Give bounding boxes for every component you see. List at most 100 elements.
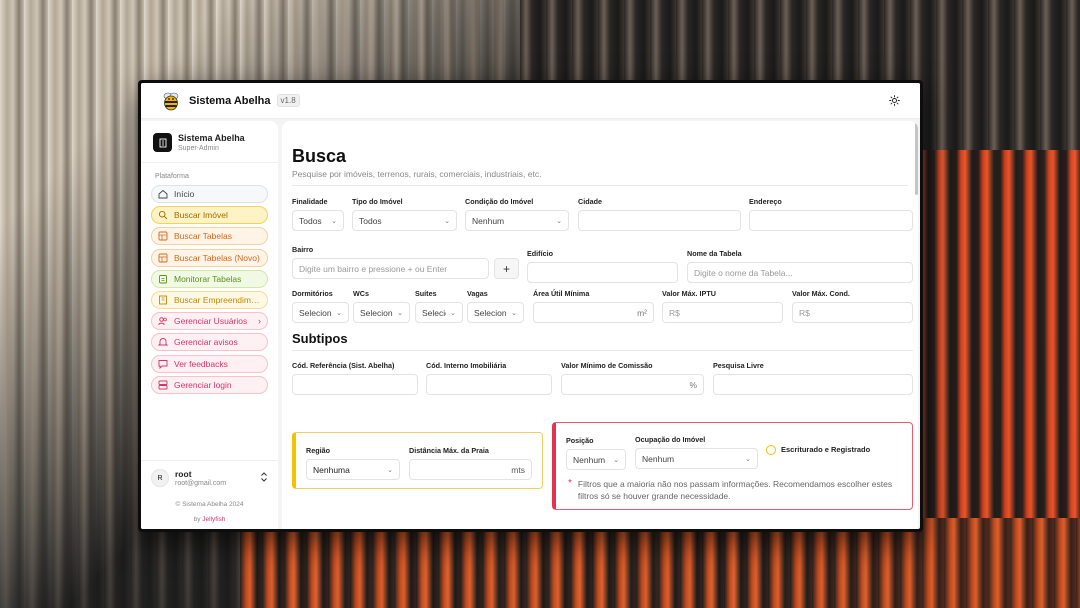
finalidade-label: Finalidade <box>292 197 328 206</box>
theme-toggle-button[interactable] <box>886 93 902 109</box>
sidebar-item-buscar-tabelas[interactable]: Buscar Tabelas <box>151 227 268 246</box>
distancia-label: Distância Máx. da Praia <box>409 446 489 455</box>
sidebar-item-label: Buscar Tabelas (Novo) <box>174 252 260 263</box>
finalidade-value: Todos <box>299 215 322 226</box>
condicao-select[interactable]: Nenhum ⌄ <box>465 210 569 231</box>
sidebar-item-monitorar-tabelas[interactable]: Monitorar Tabelas <box>151 269 268 288</box>
cidade-input[interactable] <box>578 210 741 231</box>
sidebar-item-label: Ver feedbacks <box>174 358 228 369</box>
bee-logo-icon <box>163 92 179 110</box>
posicao-field: Posição Nenhum ⌄ <box>566 436 626 470</box>
sidebar-item-buscar-empreendime[interactable]: Buscar Empreendime... <box>151 290 268 309</box>
dormitorios-value: Selecione <box>299 307 332 318</box>
version-badge: v1.8 <box>276 94 300 107</box>
users-icon <box>158 317 167 326</box>
nav-group-label: Plataforma <box>155 173 189 180</box>
cond-prefix: R$ <box>799 307 810 318</box>
suites-value: Selecione <box>422 307 446 318</box>
chevron-down-icon: ⌄ <box>745 455 751 463</box>
sun-icon <box>888 95 900 106</box>
tipo-field: Tipo do Imóvel Todos ⌄ <box>352 197 457 231</box>
chevrons-up-down-icon <box>260 472 268 484</box>
nome-tabela-input[interactable]: Digite o nome da Tabela... <box>687 262 913 283</box>
byline-prefix: by <box>193 516 201 523</box>
cond-input[interactable]: R$ <box>792 302 913 323</box>
cod-ref-input[interactable] <box>292 374 418 395</box>
sidebar-item-ver-feedbacks[interactable]: Ver feedbacks <box>151 354 268 373</box>
sidebar-item-gerenciar-login[interactable]: Gerenciar login <box>151 375 268 394</box>
table-icon <box>158 253 168 263</box>
sidebar-item-in-cio[interactable]: Início <box>151 185 268 203</box>
vagas-value: Selecione <box>474 307 507 318</box>
posicao-select[interactable]: Nenhum ⌄ <box>566 449 626 470</box>
sidebar-item-buscar-tabelas-novo[interactable]: Buscar Tabelas (Novo) <box>151 248 268 267</box>
ocupacao-select[interactable]: Nenhum ⌄ <box>635 448 758 469</box>
regiao-field: Região Nenhuma ⌄ <box>306 446 400 480</box>
user-name: root <box>175 469 192 479</box>
posicao-value: Nenhum <box>573 454 606 465</box>
org-switcher[interactable]: Sistema Abelha Super-Admin <box>141 121 278 163</box>
warning-message: * Filtros que a maioria não nos passam i… <box>568 478 904 503</box>
escriturado-checkbox[interactable]: Escriturado e Registrado <box>766 445 870 456</box>
distancia-field: Distância Máx. da Praia mts <box>409 446 532 480</box>
user-menu[interactable]: R root root@gmail.com <box>141 460 278 495</box>
sidebar-nav: Início Buscar Imóvel Buscar Tabelas Buscar … <box>141 185 278 397</box>
sidebar: Sistema Abelha Super-Admin Plataforma In… <box>141 121 278 529</box>
bell-icon <box>158 338 168 346</box>
cod-ref-field: Cód. Referência (Sist. Abelha) <box>292 361 418 395</box>
regiao-card: Região Nenhuma ⌄ Distância Máx. da Praia … <box>292 432 543 489</box>
comissao-label: Valor Mínimo de Comissão <box>561 361 653 370</box>
regiao-select[interactable]: Nenhuma ⌄ <box>306 459 400 480</box>
sidebar-item-buscar-im-vel[interactable]: Buscar Imóvel <box>151 206 268 225</box>
sidebar-item-label: Buscar Empreendime... <box>174 294 261 305</box>
area-label: Área Útil Mínima <box>533 289 590 298</box>
app-root: Sistema Abelha v1.8 Sistema Abelha Super… <box>141 83 920 529</box>
chevron-right-icon: › <box>258 316 261 327</box>
area-input[interactable]: m² <box>533 302 654 323</box>
add-bairro-button[interactable]: + <box>494 258 519 279</box>
posicao-label: Posição <box>566 436 594 445</box>
vagas-label: Vagas <box>467 289 488 298</box>
cod-int-label: Cód. Interno Imobiliária <box>426 361 507 370</box>
bairro-input[interactable]: Digite um bairro e pressione + ou Enter <box>292 258 489 279</box>
condicao-field: Condição do Imóvel Nenhum ⌄ <box>465 197 569 231</box>
area-suffix: m² <box>637 307 647 318</box>
clipboard-icon <box>159 274 167 284</box>
user-email: root@gmail.com <box>175 480 227 487</box>
dormitorios-select[interactable]: Selecione ⌄ <box>292 302 349 323</box>
building-icon <box>153 133 172 152</box>
pesquisa-input[interactable] <box>713 374 913 395</box>
condicao-value: Nenhum <box>472 215 505 226</box>
comissao-input[interactable]: % <box>561 374 704 395</box>
vagas-field: Vagas Selecione ⌄ <box>467 289 524 323</box>
distancia-input[interactable]: mts <box>409 459 532 480</box>
regiao-label: Região <box>306 446 330 455</box>
chevron-down-icon: ⌄ <box>511 309 517 317</box>
warning-text: Filtros que a maioria não nos passam inf… <box>577 479 893 502</box>
edificio-input[interactable] <box>527 262 678 283</box>
comissao-field: Valor Mínimo de Comissão % <box>561 361 704 395</box>
comissao-suffix: % <box>689 379 697 390</box>
subtipos-title: Subtipos <box>292 331 348 346</box>
byline-brand-link[interactable]: Jellyfish <box>202 516 225 523</box>
cod-int-input[interactable] <box>426 374 552 395</box>
sidebar-item-label: Buscar Tabelas <box>174 231 232 242</box>
edificio-label: Edifício <box>527 249 553 258</box>
sidebar-item-gerenciar-usu-rios[interactable]: Gerenciar Usuários › <box>151 312 268 331</box>
wcs-label: WCs <box>353 289 369 298</box>
nome-tabela-label: Nome da Tabela <box>687 249 742 258</box>
chevron-down-icon: ⌄ <box>444 217 450 225</box>
bairro-field: Bairro Digite um bairro e pressione + ou… <box>292 245 519 279</box>
iptu-input[interactable]: R$ <box>662 302 783 323</box>
wcs-select[interactable]: Selecione ⌄ <box>353 302 410 323</box>
message-icon <box>158 359 168 369</box>
tipo-select[interactable]: Todos ⌄ <box>352 210 457 231</box>
suites-select[interactable]: Selecione ⌄ <box>415 302 463 323</box>
endereco-input[interactable] <box>749 210 913 231</box>
vagas-select[interactable]: Selecione ⌄ <box>467 302 524 323</box>
scrollbar[interactable] <box>915 123 918 195</box>
ocupacao-value: Nenhum <box>642 453 675 464</box>
finalidade-select[interactable]: Todos ⌄ <box>292 210 344 231</box>
iptu-field: Valor Máx. IPTU R$ <box>662 289 783 323</box>
sidebar-item-gerenciar-avisos[interactable]: Gerenciar avisos <box>151 333 268 352</box>
